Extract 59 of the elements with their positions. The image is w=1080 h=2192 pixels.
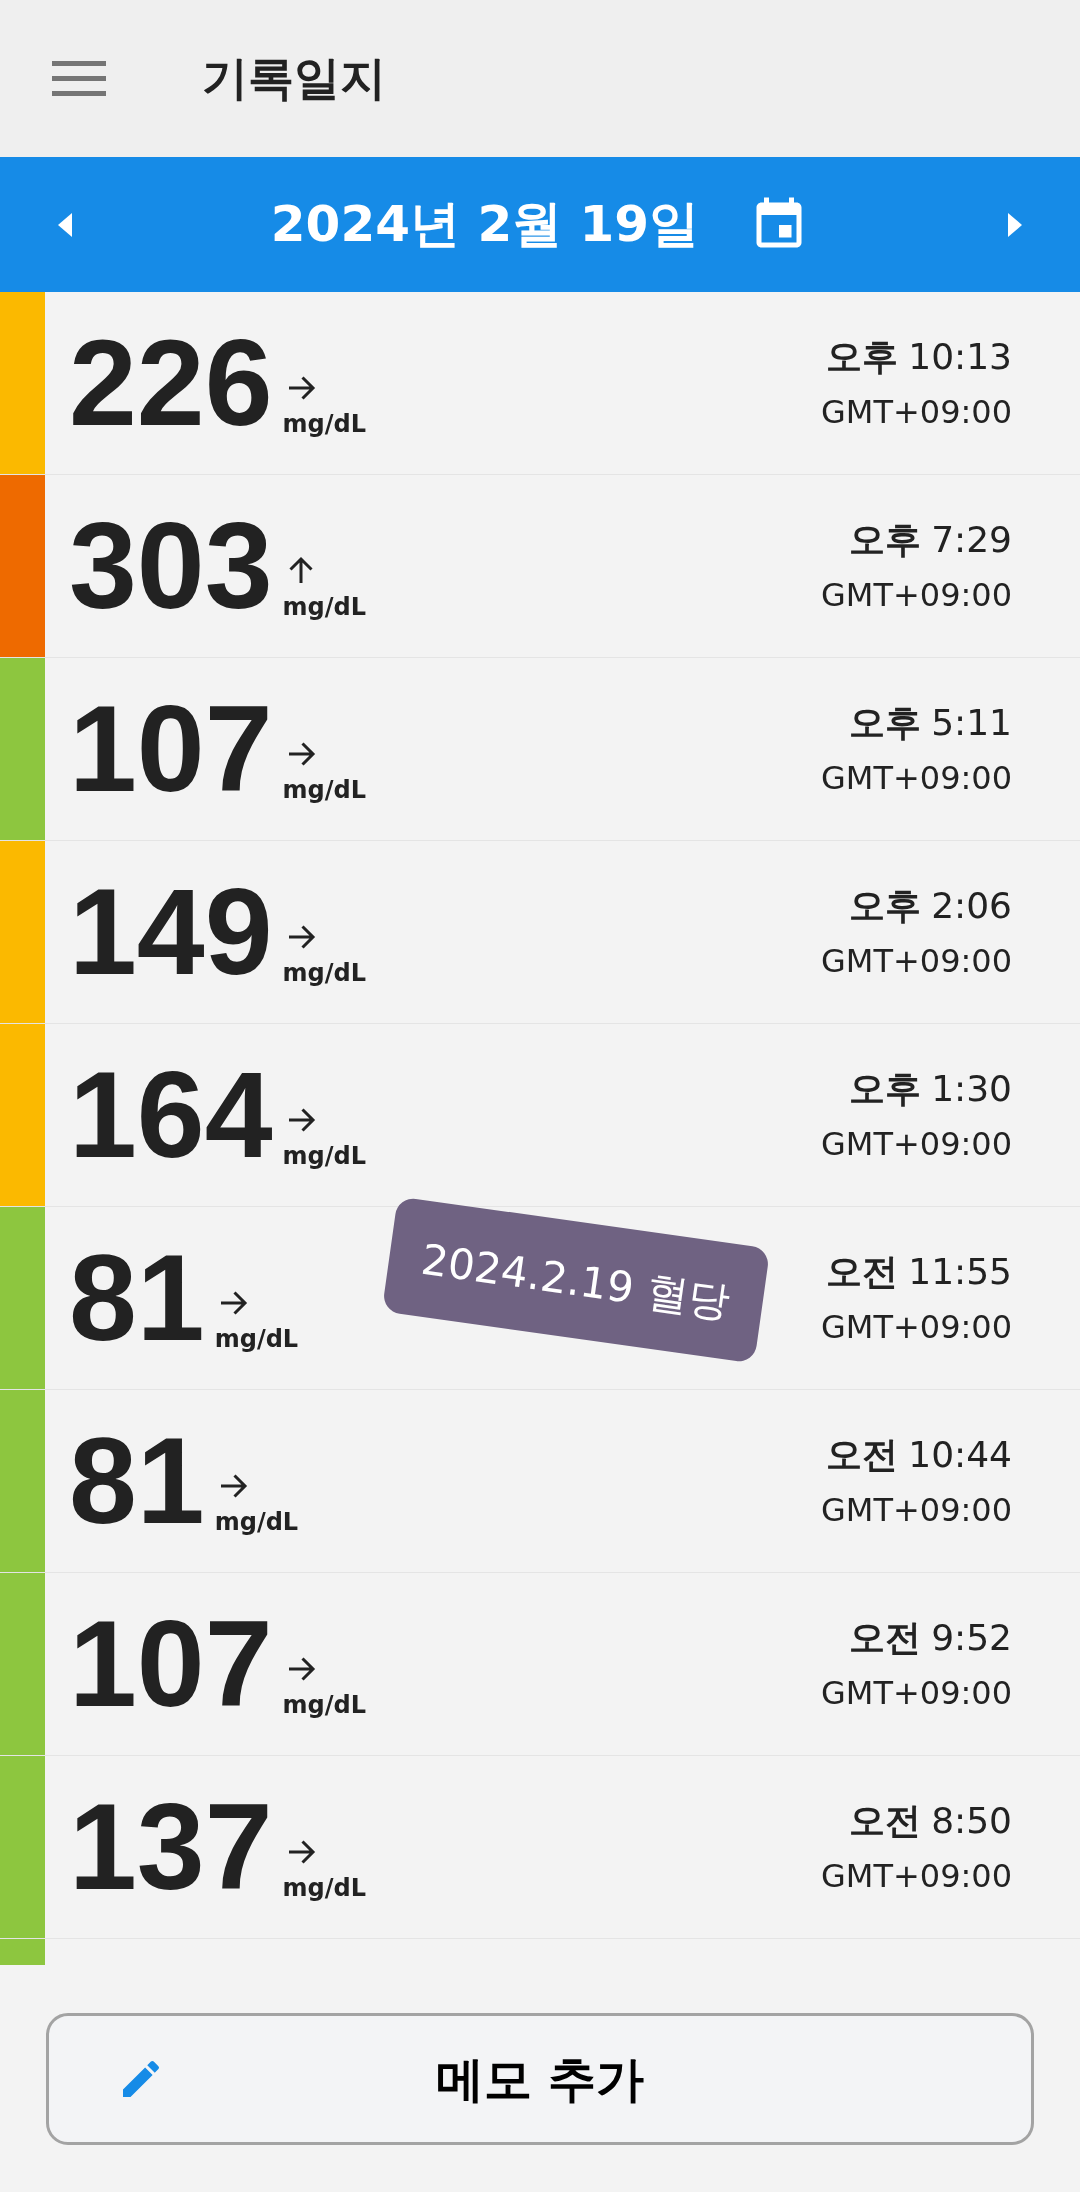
- period-label: 오후: [849, 518, 922, 562]
- period-label: 오전: [849, 1799, 922, 1843]
- timezone-label: GMT+09:00: [821, 1124, 1012, 1165]
- time-label: 8:50: [931, 1799, 1012, 1843]
- unit-label: mg/dL: [214, 1507, 299, 1538]
- unit-label: mg/dL: [282, 775, 366, 806]
- screen-title: 기록일지: [202, 50, 386, 107]
- time-label: 7:29: [931, 518, 1012, 562]
- unit-label: mg/dL: [282, 1873, 366, 1904]
- glucose-value: 137: [69, 1786, 273, 1908]
- time-label: 10:44: [908, 1433, 1012, 1477]
- unit-label: mg/dL: [282, 592, 366, 623]
- reading-row[interactable]: 107 mg/dL 오전 9:52 GMT+09:00: [0, 1573, 1080, 1756]
- menu-icon[interactable]: [52, 58, 106, 99]
- glucose-value: 107: [69, 1603, 273, 1725]
- time-label: 2:06: [931, 884, 1012, 928]
- timezone-label: GMT+09:00: [821, 1673, 1012, 1714]
- timezone-label: GMT+09:00: [821, 392, 1012, 433]
- next-day-icon[interactable]: [1006, 210, 1024, 239]
- glucose-value: 303: [69, 505, 273, 627]
- timezone-label: GMT+09:00: [821, 1307, 1012, 1348]
- time-label: 10:13: [908, 335, 1012, 379]
- time-label: 11:55: [908, 1250, 1012, 1294]
- timezone-label: GMT+09:00: [821, 1856, 1012, 1897]
- reading-row[interactable]: 303 mg/dL 오후 7:29 GMT+09:00: [0, 475, 1080, 658]
- unit-label: mg/dL: [282, 1690, 366, 1721]
- period-label: 오후: [849, 1067, 922, 1111]
- timezone-label: GMT+09:00: [821, 941, 1012, 982]
- unit-label: mg/dL: [282, 409, 366, 440]
- reading-row[interactable]: 137 mg/dL 오전 8:50 GMT+09:00: [0, 1756, 1080, 1939]
- previous-day-icon[interactable]: [56, 210, 74, 239]
- time-label: 1:30: [931, 1067, 1012, 1111]
- glucose-value: 107: [69, 688, 273, 810]
- period-label: 오후: [849, 701, 922, 745]
- timezone-label: GMT+09:00: [821, 575, 1012, 616]
- reading-row[interactable]: 226 mg/dL 오후 10:13 GMT+09:00: [0, 292, 1080, 475]
- glucose-value: 81: [69, 1237, 205, 1359]
- reading-row[interactable]: 164 mg/dL 오후 1:30 GMT+09:00: [0, 1024, 1080, 1207]
- reading-row[interactable]: 149 mg/dL 오후 2:06 GMT+09:00: [0, 841, 1080, 1024]
- unit-label: mg/dL: [282, 958, 366, 989]
- time-label: 9:52: [931, 1616, 1012, 1660]
- glucose-value: 81: [69, 1420, 205, 1542]
- time-label: 5:11: [931, 701, 1012, 745]
- period-label: 오전: [826, 1433, 899, 1477]
- period-label: 오전: [826, 1250, 899, 1294]
- date-label[interactable]: 2024년 2월 19일: [270, 187, 700, 262]
- add-memo-button[interactable]: 메모 추가: [46, 2012, 1034, 2145]
- glucose-value: 226: [69, 322, 273, 444]
- period-label: 오전: [849, 1616, 922, 1660]
- glucose-value: 149: [69, 871, 273, 993]
- period-label: 오후: [849, 884, 922, 928]
- period-label: 오후: [826, 335, 899, 379]
- reading-row[interactable]: 81 mg/dL 오전 10:44 GMT+09:00: [0, 1390, 1080, 1573]
- glucose-value: 164: [69, 1054, 273, 1176]
- unit-label: mg/dL: [282, 1141, 366, 1172]
- unit-label: mg/dL: [214, 1324, 299, 1355]
- timezone-label: GMT+09:00: [821, 1490, 1012, 1531]
- reading-row[interactable]: 107 mg/dL 오후 5:11 GMT+09:00: [0, 658, 1080, 841]
- timezone-label: GMT+09:00: [821, 758, 1012, 799]
